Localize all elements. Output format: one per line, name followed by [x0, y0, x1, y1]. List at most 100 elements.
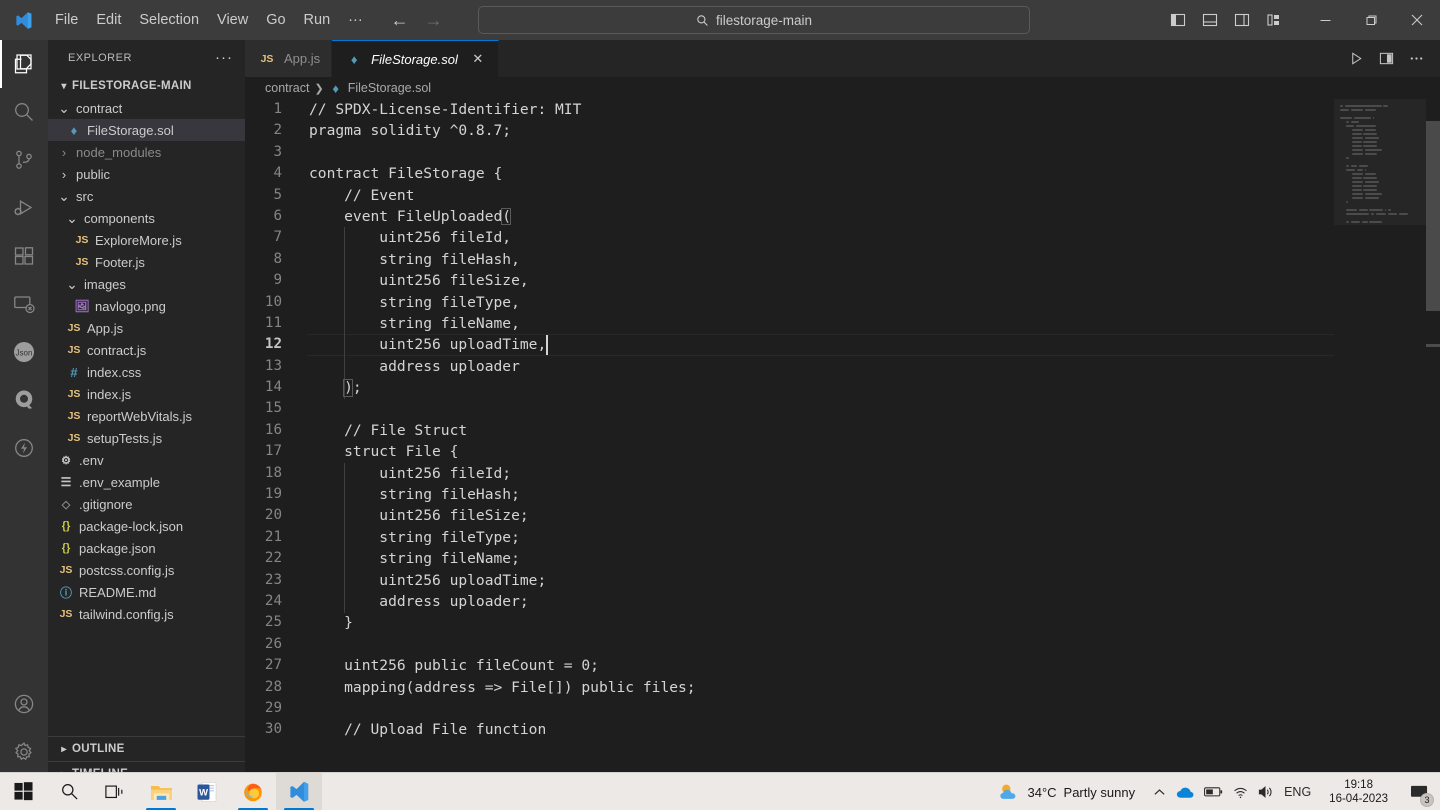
firefox-icon[interactable]: [230, 773, 276, 810]
tree-item-env-example[interactable]: ☰.env_example: [48, 471, 245, 493]
run-code-icon[interactable]: [1344, 47, 1368, 71]
tree-item-gitignore[interactable]: ◇.gitignore: [48, 493, 245, 515]
onedrive-icon[interactable]: [1176, 786, 1194, 799]
start-button[interactable]: [0, 773, 46, 810]
go-back-icon[interactable]: ←: [388, 8, 412, 32]
code-line[interactable]: 16 // File Struct: [245, 420, 1334, 441]
code-line[interactable]: 26: [245, 634, 1334, 655]
tree-item-contract-js[interactable]: JScontract.js: [48, 339, 245, 361]
tree-item-images[interactable]: ⌄images: [48, 273, 245, 295]
tab-app-js[interactable]: JS App.js: [245, 40, 332, 77]
tree-item-postcss-config-js[interactable]: JSpostcss.config.js: [48, 559, 245, 581]
menu-selection[interactable]: Selection: [130, 8, 208, 32]
command-center[interactable]: filestorage-main: [478, 6, 1030, 34]
code-line[interactable]: 8 string fileHash,: [245, 249, 1334, 270]
language-indicator[interactable]: ENG: [1284, 785, 1311, 799]
activity-extensions-icon[interactable]: [0, 232, 48, 280]
code-line[interactable]: 12 uint256 uploadTime,: [245, 334, 1334, 355]
editor-vertical-scrollbar[interactable]: [1426, 99, 1440, 786]
network-wifi-icon[interactable]: [1233, 786, 1248, 799]
code-line[interactable]: 25 }: [245, 612, 1334, 633]
code-line[interactable]: 15: [245, 398, 1334, 419]
taskbar-search-icon[interactable]: [46, 773, 92, 810]
code-line[interactable]: 28 mapping(address => File[]) public fil…: [245, 677, 1334, 698]
tree-item-app-js[interactable]: JSApp.js: [48, 317, 245, 339]
code-line[interactable]: 17 struct File {: [245, 441, 1334, 462]
code-line[interactable]: 5 // Event: [245, 185, 1334, 206]
window-close-button[interactable]: [1394, 0, 1440, 40]
toggle-primary-sidebar-icon[interactable]: [1164, 6, 1192, 34]
tree-item-footer-js[interactable]: JSFooter.js: [48, 251, 245, 273]
code-line[interactable]: 9 uint256 fileSize,: [245, 270, 1334, 291]
code-line[interactable]: 27 uint256 public fileCount = 0;: [245, 655, 1334, 676]
tree-item-env[interactable]: ⚙.env: [48, 449, 245, 471]
vscode-taskbar-icon[interactable]: [276, 773, 322, 810]
code-line[interactable]: 13 address uploader: [245, 356, 1334, 377]
show-hidden-icons-icon[interactable]: [1153, 786, 1166, 799]
breadcrumb-folder[interactable]: contract: [265, 81, 309, 95]
activity-quokka-icon[interactable]: [0, 376, 48, 424]
breadcrumb-file[interactable]: ♦ FileStorage.sol: [329, 81, 431, 96]
code-line[interactable]: 10 string fileType,: [245, 292, 1334, 313]
tree-item-filestorage-sol[interactable]: ♦FileStorage.sol: [48, 119, 245, 141]
sidebar-item-outline[interactable]: ▸ OUTLINE: [48, 736, 245, 761]
tab-filestorage-sol[interactable]: ♦ FileStorage.sol ✕: [332, 40, 499, 77]
menu-view[interactable]: View: [208, 8, 257, 32]
toggle-panel-icon[interactable]: [1196, 6, 1224, 34]
tree-item-index-js[interactable]: JSindex.js: [48, 383, 245, 405]
code-line[interactable]: 19 string fileHash;: [245, 484, 1334, 505]
menu-edit[interactable]: Edit: [87, 8, 130, 32]
code-line[interactable]: 11 string fileName,: [245, 313, 1334, 334]
code-line[interactable]: 20 uint256 fileSize;: [245, 505, 1334, 526]
tree-item-public[interactable]: ›public: [48, 163, 245, 185]
word-icon[interactable]: W: [184, 773, 230, 810]
close-icon[interactable]: ✕: [469, 50, 487, 68]
minimap-slider[interactable]: [1334, 99, 1426, 225]
activity-thunder-client-icon[interactable]: [0, 424, 48, 472]
code-line[interactable]: 3: [245, 142, 1334, 163]
code-line[interactable]: 30 // Upload File function: [245, 719, 1334, 740]
go-forward-icon[interactable]: →: [422, 8, 446, 32]
code-line[interactable]: 29: [245, 698, 1334, 719]
split-editor-right-icon[interactable]: [1374, 47, 1398, 71]
battery-icon[interactable]: [1204, 786, 1223, 798]
customize-layout-icon[interactable]: [1260, 6, 1288, 34]
tree-item-package-lock-json[interactable]: {}package-lock.json: [48, 515, 245, 537]
code-lines-container[interactable]: 1// SPDX-License-Identifier: MIT2pragma …: [245, 99, 1334, 786]
code-line[interactable]: 24 address uploader;: [245, 591, 1334, 612]
file-explorer-icon[interactable]: [138, 773, 184, 810]
minimap[interactable]: [1334, 99, 1426, 786]
activity-run-debug-icon[interactable]: [0, 184, 48, 232]
menu-run[interactable]: Run: [295, 8, 340, 32]
activity-source-control-icon[interactable]: [0, 136, 48, 184]
activity-accounts-icon[interactable]: [0, 680, 48, 728]
menu-file[interactable]: File: [46, 8, 87, 32]
tree-item-navlogo-png[interactable]: 🖼navlogo.png: [48, 295, 245, 317]
volume-icon[interactable]: [1258, 785, 1274, 799]
tree-item-package-json[interactable]: {}package.json: [48, 537, 245, 559]
task-view-icon[interactable]: [92, 773, 138, 810]
code-line[interactable]: 4contract FileStorage {: [245, 163, 1334, 184]
code-line[interactable]: 21 string fileType;: [245, 527, 1334, 548]
code-line[interactable]: 2pragma solidity ^0.8.7;: [245, 120, 1334, 141]
tree-item-reportwebvitals-js[interactable]: JSreportWebVitals.js: [48, 405, 245, 427]
more-actions-icon[interactable]: [1404, 47, 1428, 71]
tree-item-exploremore-js[interactable]: JSExploreMore.js: [48, 229, 245, 251]
code-line[interactable]: 23 uint256 uploadTime;: [245, 570, 1334, 591]
code-line[interactable]: 14 );: [245, 377, 1334, 398]
activity-json-icon[interactable]: Json: [0, 328, 48, 376]
tree-item-contract[interactable]: ⌄contract: [48, 97, 245, 119]
tree-item-readme-md[interactable]: ⓘREADME.md: [48, 581, 245, 603]
code-line[interactable]: 6 event FileUploaded(: [245, 206, 1334, 227]
window-minimize-button[interactable]: [1302, 0, 1348, 40]
sidebar-more-actions-icon[interactable]: ···: [215, 49, 237, 66]
weather-widget[interactable]: 34°C Partly sunny: [988, 782, 1145, 802]
toggle-secondary-sidebar-icon[interactable]: [1228, 6, 1256, 34]
activity-remote-explorer-icon[interactable]: [0, 280, 48, 328]
tree-item-components[interactable]: ⌄components: [48, 207, 245, 229]
activity-settings-gear-icon[interactable]: [0, 728, 48, 776]
code-line[interactable]: 18 uint256 fileId;: [245, 463, 1334, 484]
notification-center-button[interactable]: 3: [1398, 773, 1440, 810]
menu-more[interactable]: ···: [339, 8, 372, 32]
activity-search-icon[interactable]: [0, 88, 48, 136]
